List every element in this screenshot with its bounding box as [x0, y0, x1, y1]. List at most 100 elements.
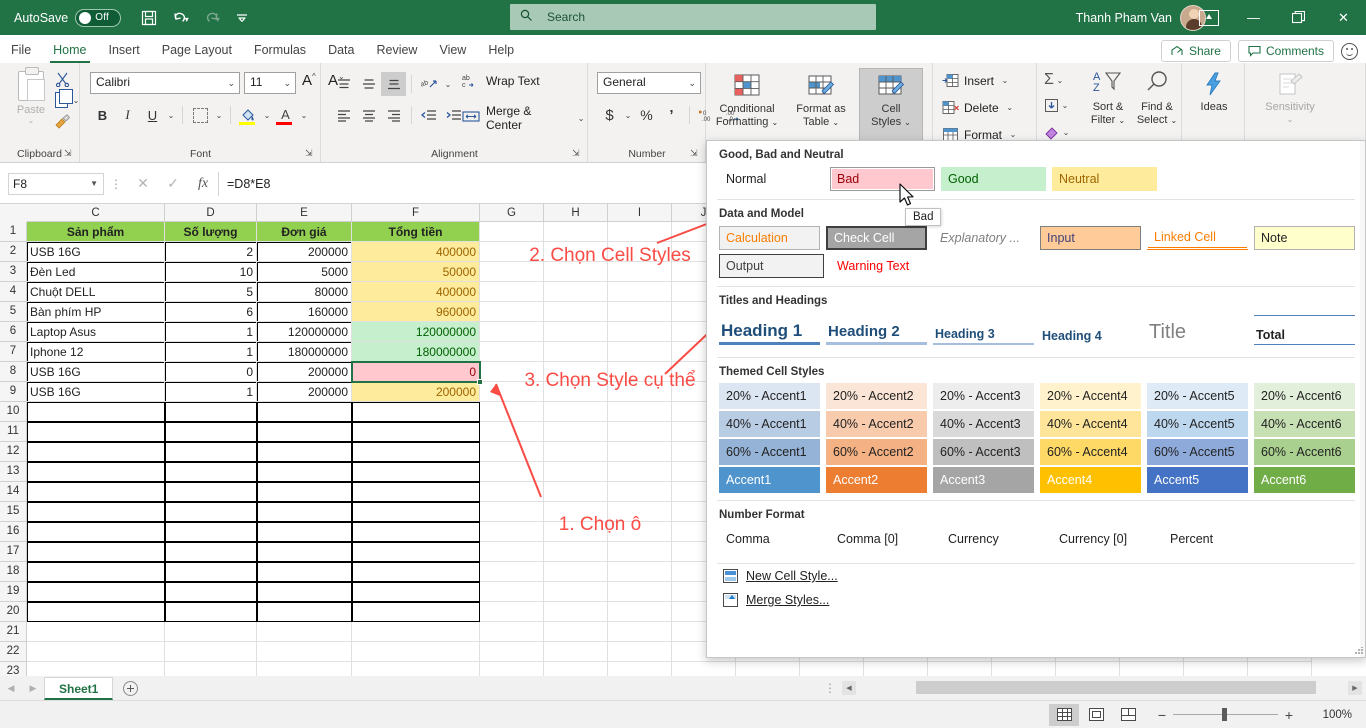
- grid-cell-H14[interactable]: [544, 482, 608, 502]
- grid-cell-I16[interactable]: [608, 522, 672, 542]
- cell-c5[interactable]: Bàn phím HP: [27, 302, 165, 322]
- grid-cell-D11[interactable]: [165, 422, 257, 442]
- grid-cell-G13[interactable]: [480, 462, 544, 482]
- zoom-out-button[interactable]: −: [1151, 704, 1173, 726]
- row-header-13[interactable]: 13: [0, 462, 27, 482]
- format-painter-button[interactable]: [55, 111, 81, 131]
- grid-cell-G9[interactable]: [480, 382, 544, 402]
- style-comma-0[interactable]: Comma [0]: [830, 527, 935, 551]
- row-header-11[interactable]: 11: [0, 422, 27, 442]
- horizontal-scrollbar[interactable]: ◀ ▶: [842, 680, 1362, 696]
- style-currency[interactable]: Currency: [941, 527, 1046, 551]
- grid-cell-G21[interactable]: [480, 622, 544, 642]
- grid-cell-H21[interactable]: [544, 622, 608, 642]
- font-size-input[interactable]: 11 ⌄: [244, 72, 296, 94]
- grid-cell-D19[interactable]: [165, 582, 257, 602]
- cell-d9[interactable]: 1: [165, 382, 257, 402]
- cell-f2[interactable]: 400000: [352, 242, 480, 262]
- style-currency-0[interactable]: Currency [0]: [1052, 527, 1157, 551]
- grid-cell-G23[interactable]: [480, 662, 544, 676]
- cell-f7[interactable]: 180000000: [352, 342, 480, 362]
- row-header-4[interactable]: 4: [0, 282, 27, 302]
- enter-checkmark-icon[interactable]: ✓: [158, 172, 188, 196]
- cell-e6[interactable]: 120000000: [257, 322, 352, 342]
- style-20-accent3[interactable]: 20% - Accent3: [933, 383, 1034, 409]
- sheet-tab-sheet1[interactable]: Sheet1: [44, 677, 114, 700]
- grid-cell-I12[interactable]: [608, 442, 672, 462]
- grid-cell-G7[interactable]: [480, 342, 544, 362]
- wrap-text-button[interactable]: ab c Wrap Text: [462, 73, 540, 89]
- style-20-accent5[interactable]: 20% - Accent5: [1147, 383, 1248, 409]
- percent-style-button[interactable]: %: [634, 103, 659, 127]
- style-bad[interactable]: Bad: [830, 167, 935, 191]
- column-header-h[interactable]: H: [544, 204, 608, 222]
- align-top-icon[interactable]: [331, 72, 356, 96]
- style-heading-1[interactable]: Heading 1: [719, 315, 820, 345]
- grid-cell-I20[interactable]: [608, 602, 672, 622]
- comments-button[interactable]: Comments: [1237, 40, 1334, 62]
- insert-function-icon[interactable]: fx: [188, 172, 218, 196]
- grid-cell-H8[interactable]: [544, 362, 608, 382]
- style-explanatory[interactable]: Explanatory ...: [933, 226, 1034, 250]
- cell-e8[interactable]: 200000: [257, 362, 352, 382]
- cell-d3[interactable]: 10: [165, 262, 257, 282]
- row-header-10[interactable]: 10: [0, 402, 27, 422]
- sort-filter-button[interactable]: AZ Sort & Filter ⌄: [1084, 69, 1132, 127]
- grid-cell-D21[interactable]: [165, 622, 257, 642]
- restore-button[interactable]: [1276, 0, 1321, 35]
- tab-review[interactable]: Review: [365, 37, 428, 63]
- style-calculation[interactable]: Calculation: [719, 226, 820, 250]
- grid-cell-H1[interactable]: [544, 222, 608, 242]
- fill-color-button[interactable]: [236, 103, 261, 127]
- scroll-thumb[interactable]: [916, 681, 1316, 694]
- grid-cell-R23[interactable]: [1184, 662, 1248, 676]
- style-title[interactable]: Title: [1147, 315, 1248, 345]
- conditional-formatting-button[interactable]: Conditional Formatting ⌄: [711, 69, 783, 129]
- row-header-15[interactable]: 15: [0, 502, 27, 522]
- grid-cell-I1[interactable]: [608, 222, 672, 242]
- grid-cell-E16[interactable]: [257, 522, 352, 542]
- grid-cell-H13[interactable]: [544, 462, 608, 482]
- grid-cell-K23[interactable]: [736, 662, 800, 676]
- grid-cell-F22[interactable]: [352, 642, 480, 662]
- grid-cell-I3[interactable]: [608, 262, 672, 282]
- cell-d2[interactable]: 2: [165, 242, 257, 262]
- grid-cell-L23[interactable]: [800, 662, 864, 676]
- grid-cell-H20[interactable]: [544, 602, 608, 622]
- underline-caret[interactable]: ⌄: [165, 111, 177, 120]
- style-accent3[interactable]: Accent3: [933, 467, 1034, 493]
- grid-cell-M23[interactable]: [864, 662, 928, 676]
- grid-cell-E15[interactable]: [257, 502, 352, 522]
- style-output[interactable]: Output: [719, 254, 824, 278]
- style-heading-2[interactable]: Heading 2: [826, 315, 927, 345]
- name-box-caret[interactable]: ▼: [90, 179, 98, 188]
- style-accent2[interactable]: Accent2: [826, 467, 927, 493]
- grid-cell-G18[interactable]: [480, 562, 544, 582]
- grid-cell-I14[interactable]: [608, 482, 672, 502]
- tab-formulas[interactable]: Formulas: [243, 37, 317, 63]
- borders-caret[interactable]: ⌄: [213, 111, 225, 120]
- grid-cell-C21[interactable]: [27, 622, 165, 642]
- merge-center-caret[interactable]: ⌄: [575, 114, 587, 123]
- cell-c6[interactable]: Laptop Asus: [27, 322, 165, 342]
- scroll-right-icon[interactable]: ▶: [1348, 681, 1362, 695]
- grid-cell-C18[interactable]: [27, 562, 165, 582]
- row-header-16[interactable]: 16: [0, 522, 27, 542]
- number-format-caret[interactable]: ⌄: [688, 78, 696, 89]
- grid-cell-C14[interactable]: [27, 482, 165, 502]
- grid-cell-C22[interactable]: [27, 642, 165, 662]
- grid-cell-I13[interactable]: [608, 462, 672, 482]
- grid-cell-C17[interactable]: [27, 542, 165, 562]
- grid-cell-D16[interactable]: [165, 522, 257, 542]
- orientation-caret[interactable]: ⌄: [442, 80, 454, 89]
- new-sheet-icon[interactable]: [113, 676, 147, 700]
- zoom-slider[interactable]: [1173, 704, 1278, 726]
- style-60-accent5[interactable]: 60% - Accent5: [1147, 439, 1248, 465]
- search-box[interactable]: Search: [510, 4, 876, 30]
- style-neutral[interactable]: Neutral: [1052, 167, 1157, 191]
- grid-cell-G17[interactable]: [480, 542, 544, 562]
- font-name-caret[interactable]: ⌄: [227, 78, 235, 89]
- tab-data[interactable]: Data: [317, 37, 365, 63]
- zoom-in-button[interactable]: +: [1278, 704, 1300, 726]
- grid-cell-C10[interactable]: [27, 402, 165, 422]
